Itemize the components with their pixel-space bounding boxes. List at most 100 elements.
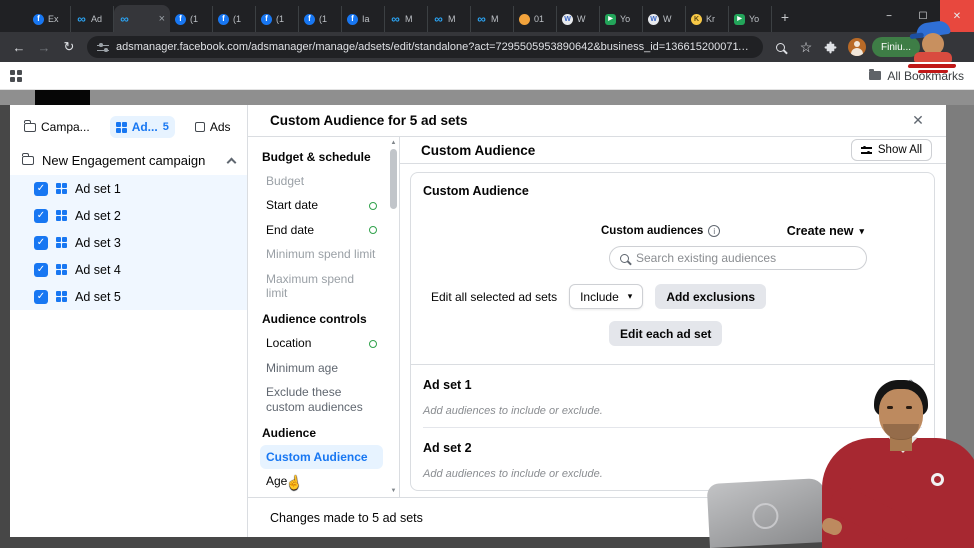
ads-square-icon [194, 122, 205, 132]
tab-adsets[interactable]: Ad... 5 [109, 116, 175, 138]
bookmark-star-icon[interactable] [795, 36, 817, 58]
wordpress-favicon-icon [562, 13, 573, 25]
checkbox-checked[interactable] [34, 181, 48, 196]
checkbox-checked[interactable] [34, 235, 48, 250]
tab-title: Yo [620, 14, 631, 24]
browser-tab[interactable]: (1 [170, 6, 213, 32]
browser-tab[interactable]: (1 [213, 6, 256, 32]
scroll-down-arrow-icon[interactable] [391, 487, 397, 495]
checkbox-checked[interactable] [34, 289, 48, 304]
checkbox-checked[interactable] [34, 208, 48, 223]
all-bookmarks-button[interactable]: All Bookmarks [869, 69, 964, 83]
tab-close-icon[interactable] [159, 13, 165, 25]
nav-item-maximum-spend-limit: Maximum spend limit [260, 267, 383, 306]
screen: Ex Ad (1 (1 (1 (1 Ia M M M 01 W Yo W Kr Yo + adsmanager… [0, 0, 974, 548]
browser-tab[interactable]: Ad [71, 6, 114, 32]
nav-item-end-date[interactable]: End date [260, 218, 383, 242]
ad-set-grid-icon [56, 264, 67, 275]
checkbox-checked[interactable] [34, 262, 48, 277]
ad-set-row[interactable]: Ad set 1 [10, 175, 247, 202]
nav-item-label: Custom Audience [266, 449, 368, 464]
nav-item-age[interactable]: Age [260, 469, 383, 493]
nav-item-start-date[interactable]: Start date [260, 193, 383, 217]
nav-item-exclude-these-custom-audiences[interactable]: Exclude these custom audiences [260, 380, 383, 419]
scroll-up-arrow-icon[interactable] [391, 139, 397, 147]
nav-item-label: Maximum spend limit [266, 271, 355, 300]
browser-tab[interactable]: Yo [600, 6, 643, 32]
edit-each-ad-set-button[interactable]: Edit each ad set [609, 321, 723, 346]
browser-tab[interactable]: W [643, 6, 686, 32]
green-favicon-icon [734, 13, 745, 25]
browser-tab[interactable]: Kr [686, 6, 729, 32]
show-all-button[interactable]: Show All [850, 139, 932, 161]
facebook-favicon-icon [33, 13, 44, 25]
facebook-favicon-icon [218, 13, 229, 25]
facebook-favicon-icon [347, 13, 358, 25]
forward-button[interactable] [33, 36, 55, 58]
dialog-close-icon[interactable] [906, 112, 930, 129]
browser-tab[interactable]: (1 [256, 6, 299, 32]
address-bar[interactable]: adsmanager.facebook.com/adsmanager/manag… [87, 36, 763, 58]
audience-search-input[interactable]: Search existing audiences [609, 246, 867, 270]
extensions-icon[interactable] [820, 36, 842, 58]
custom-audiences-label: Custom audiences [601, 225, 704, 237]
browser-tab[interactable]: M [428, 6, 471, 32]
create-new-button[interactable]: Create new [787, 224, 864, 238]
nav-item-minimum-spend-limit: Minimum spend limit [260, 242, 383, 266]
ad-set-row[interactable]: Ad set 2 [10, 202, 247, 229]
ad-set-name: Ad set 2 [423, 441, 472, 455]
browser-titlebar: Ex Ad (1 (1 (1 (1 Ia M M M 01 W Yo W Kr Yo + [0, 0, 974, 32]
nav-item-label: Start date [266, 198, 319, 213]
browser-tab[interactable]: (1 [299, 6, 342, 32]
show-all-label: Show All [877, 144, 922, 156]
page-background: Campa... Ad... 5 Ads New Engagement camp… [0, 90, 974, 548]
dialog-title: Custom Audience for 5 ad sets [270, 113, 468, 128]
include-dropdown[interactable]: Include [569, 284, 644, 309]
ad-set-row[interactable]: Ad set 3 [10, 229, 247, 256]
tab-ads[interactable]: Ads [189, 116, 237, 138]
dim-edge-left [0, 105, 10, 537]
tab-campaigns-label: Campa... [41, 120, 90, 134]
facebook-favicon-icon [175, 13, 186, 25]
apps-grid-icon[interactable] [10, 69, 22, 82]
profile-avatar[interactable] [847, 38, 866, 56]
browser-tab[interactable]: 01 [514, 6, 557, 32]
campaign-row[interactable]: New Engagement campaign [10, 145, 247, 175]
new-tab-button[interactable]: + [776, 9, 794, 25]
browser-tab-active[interactable] [114, 5, 170, 32]
back-button[interactable] [8, 36, 30, 58]
tab-campaigns[interactable]: Campa... [18, 116, 96, 138]
collapse-chevron-icon[interactable] [226, 157, 237, 167]
nav-item-location[interactable]: Location [260, 331, 383, 355]
browser-tab[interactable]: W [557, 6, 600, 32]
add-exclusions-button[interactable]: Add exclusions [655, 284, 766, 309]
tab-title: Kr [706, 14, 715, 24]
tab-title: (1 [319, 14, 328, 24]
browser-tab[interactable]: M [385, 6, 428, 32]
info-icon[interactable] [708, 225, 721, 237]
zoom-indicator-icon[interactable] [770, 36, 792, 58]
browser-tab[interactable]: Ex [28, 6, 71, 32]
site-info-icon[interactable] [97, 43, 109, 52]
browser-tab[interactable]: Yo [729, 6, 772, 32]
nav-section-title: Budget & schedule [262, 150, 371, 164]
scrollbar-thumb[interactable] [390, 149, 397, 209]
entity-tabs: Campa... Ad... 5 Ads [10, 113, 247, 141]
nav-scrollbar[interactable] [389, 139, 398, 495]
facebook-favicon-icon [304, 13, 315, 25]
mascot-logo [904, 19, 960, 73]
chevron-down-icon [859, 227, 864, 236]
ad-set-row[interactable]: Ad set 4 [10, 256, 247, 283]
meta-favicon-icon [476, 14, 487, 25]
reload-button[interactable] [58, 36, 80, 58]
nav-section-title: Audience [262, 425, 317, 440]
nav-item-label: Location [266, 336, 312, 351]
nav-item-custom-audience[interactable]: Custom Audience [260, 444, 383, 470]
ad-set-row[interactable]: Ad set 5 [10, 283, 247, 310]
browser-tab[interactable]: M [471, 6, 514, 32]
filters-icon [860, 145, 872, 154]
ad-set-label: Ad set 5 [75, 289, 121, 304]
minimize-button[interactable] [872, 0, 906, 32]
browser-tab[interactable]: Ia [342, 6, 385, 32]
nav-item-minimum-age[interactable]: Minimum age [260, 356, 383, 380]
